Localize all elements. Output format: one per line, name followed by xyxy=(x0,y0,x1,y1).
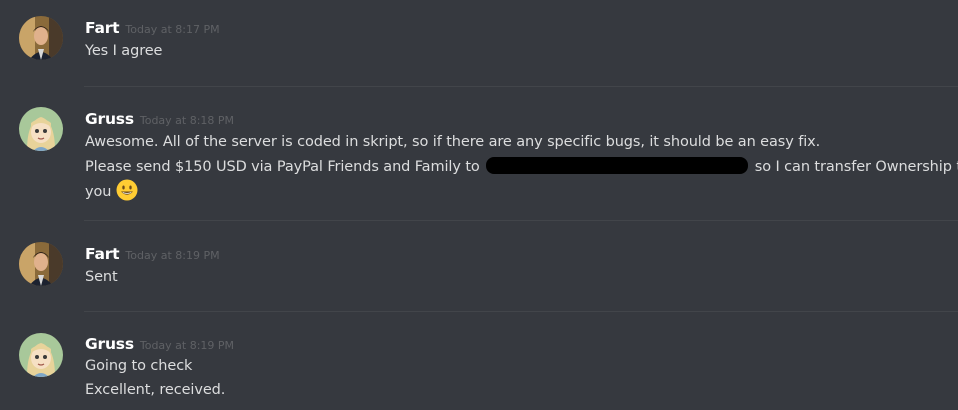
redacted-block xyxy=(486,157,749,174)
office-man-avatar-icon xyxy=(19,16,63,60)
avatar[interactable] xyxy=(19,107,63,151)
cartoon-girl-avatar-icon xyxy=(19,333,63,377)
username[interactable]: Fart xyxy=(85,245,120,263)
avatar[interactable] xyxy=(19,333,63,377)
message-header: Fart Today at 8:19 PM xyxy=(85,244,220,263)
username[interactable]: Fart xyxy=(85,19,120,37)
message-divider xyxy=(84,220,958,221)
message-text-segment: you xyxy=(85,184,112,200)
username[interactable]: Gruss xyxy=(85,110,134,128)
avatar[interactable] xyxy=(19,242,63,286)
timestamp: Today at 8:17 PM xyxy=(125,23,220,36)
message-header: Gruss Today at 8:19 PM xyxy=(85,334,234,353)
office-man-avatar-icon xyxy=(19,242,63,286)
message-header: Fart Today at 8:17 PM xyxy=(85,18,220,37)
smiley-emoji-icon[interactable] xyxy=(116,179,138,201)
message-text-segment: Please send $150 USD via PayPal Friends … xyxy=(85,159,480,175)
timestamp: Today at 8:19 PM xyxy=(139,339,235,352)
message-text: Please send $150 USD via PayPal Friends … xyxy=(85,157,958,175)
message-text-segment: so I can transfer Ownership to xyxy=(754,159,958,175)
timestamp: Today at 8:18 PM xyxy=(139,114,235,127)
message-divider xyxy=(84,86,958,87)
cartoon-girl-avatar-icon xyxy=(19,107,63,151)
username[interactable]: Gruss xyxy=(85,335,134,353)
message-text: Yes I agree xyxy=(85,43,163,59)
message-text: Excellent, received. xyxy=(85,382,226,398)
timestamp: Today at 8:19 PM xyxy=(125,249,220,262)
message-text: Sent xyxy=(85,269,118,285)
message-header: Gruss Today at 8:18 PM xyxy=(85,109,234,128)
avatar[interactable] xyxy=(19,16,63,60)
message-divider xyxy=(84,311,958,312)
message-text: Going to check xyxy=(85,358,193,374)
message-text: you xyxy=(85,179,138,201)
message-text: Awesome. All of the server is coded in s… xyxy=(85,134,821,150)
